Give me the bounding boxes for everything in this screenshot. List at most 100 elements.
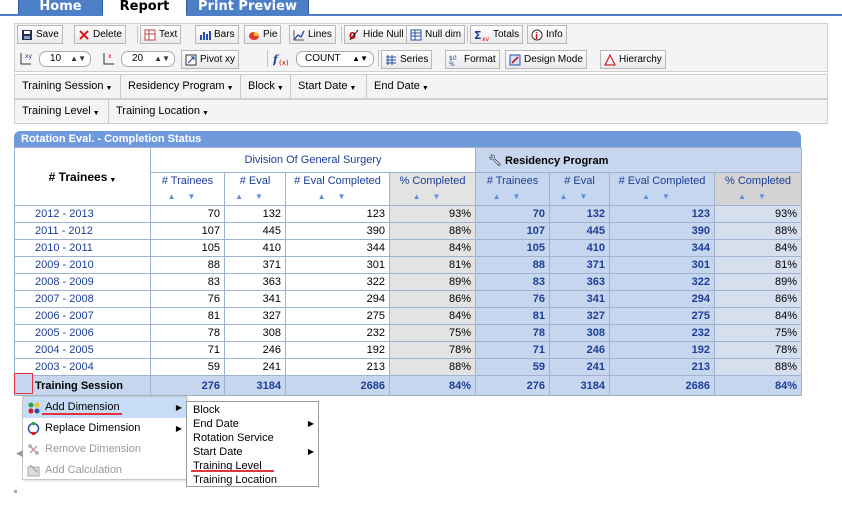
col-header-pct-completed[interactable]: % Completed ▲▼ — [714, 172, 803, 206]
table-cell: 301 — [285, 256, 390, 274]
submenu-arrow-icon: ▶ — [307, 419, 314, 428]
top-n-input[interactable]: 10 ▲▼ — [39, 51, 91, 67]
format-button[interactable]: $0% Format — [445, 50, 500, 69]
totals-label[interactable]: 🔧︎Training Session — [14, 375, 151, 396]
sort-arrows-icon[interactable]: ▲▼ — [719, 190, 797, 203]
pivot-button[interactable]: Pivot xy — [181, 50, 240, 69]
caret-down-icon: ▼ — [276, 85, 284, 92]
row-label[interactable]: 2003 - 2004 — [14, 358, 151, 376]
table-cell: 71 — [150, 341, 225, 359]
table-cell: 341 — [549, 290, 611, 308]
floppy-disk-icon — [21, 29, 33, 41]
function-select[interactable]: COUNT ▲▼ — [296, 51, 374, 67]
sort-arrows-icon[interactable]: ▲▼ — [480, 190, 545, 203]
totals-button[interactable]: Σxy Totals — [470, 25, 524, 44]
tab-report[interactable]: Report — [103, 0, 186, 15]
table-cell: 88% — [388, 358, 477, 376]
delete-button[interactable]: Delete — [74, 25, 126, 44]
sort-arrows-icon[interactable]: ▲▼ — [229, 190, 281, 203]
hierarchy-icon — [604, 53, 616, 66]
lines-chart-button[interactable]: Lines — [289, 25, 336, 44]
submenu-item-start-date[interactable]: Start Date ▶ — [187, 445, 318, 459]
row-label[interactable]: 2011 - 2012 — [14, 222, 151, 240]
row-label[interactable]: 2006 - 2007 — [14, 307, 151, 325]
info-button[interactable]: i Info — [527, 25, 567, 44]
dimension-start-date[interactable]: Start Date ▼ — [291, 75, 367, 98]
sigma-icon: Σxy — [474, 29, 490, 43]
row-label[interactable]: 2012 - 2013 — [14, 205, 151, 223]
dimension-residency-program[interactable]: Residency Program ▼ — [121, 75, 241, 98]
null-dim-button[interactable]: Null dim — [406, 25, 466, 44]
table-cell: 84% — [388, 239, 477, 257]
table-cell: 78 — [475, 324, 551, 342]
resize-handle[interactable] — [14, 490, 17, 493]
sort-arrows-icon[interactable]: ▲▼ — [554, 190, 605, 203]
col-header-eval[interactable]: # Eval ▲▼ — [549, 172, 611, 206]
submenu-item-rotation-service[interactable]: Rotation Service — [187, 431, 318, 445]
col-header-eval-completed[interactable]: # Eval Completed ▲▼ — [609, 172, 716, 206]
sort-arrows-icon[interactable]: ▲▼ — [155, 190, 220, 203]
submenu-item-end-date[interactable]: End Date ▶ — [187, 417, 318, 431]
menu-replace-dimension[interactable]: Replace Dimension ▶ — [23, 418, 186, 439]
table-cell: 192 — [609, 341, 716, 359]
row-label[interactable]: 2010 - 2011 — [14, 239, 151, 257]
dimension-bar-secondary: Training Level ▼ Training Location ▼ — [14, 99, 828, 124]
hierarchy-button[interactable]: Hierarchy — [600, 50, 666, 69]
add-dimension-submenu: Block End Date ▶ Rotation Service Start D… — [186, 401, 319, 487]
design-mode-button[interactable]: Design Mode — [505, 50, 587, 69]
table-cell: 71 — [475, 341, 551, 359]
total-cell: 276 — [475, 375, 551, 396]
table-cell: 132 — [549, 205, 611, 223]
top-n-icon: xy — [18, 52, 33, 65]
scroll-left-arrow-icon[interactable]: ◀ — [16, 449, 23, 458]
sort-arrows-icon[interactable]: ▲▼ — [290, 190, 385, 203]
add-dimension-icon — [27, 401, 40, 414]
hide-null-button[interactable]: 0 Hide Null — [344, 25, 408, 44]
table-cell: 88 — [475, 256, 551, 274]
row-label[interactable]: 2004 - 2005 — [14, 341, 151, 359]
row-label[interactable]: 2005 - 2006 — [14, 324, 151, 342]
svg-text:x: x — [108, 53, 112, 60]
col-header-trainees[interactable]: # Trainees ▲▼ — [150, 172, 225, 206]
row-label[interactable]: 2009 - 2010 — [14, 256, 151, 274]
table-cell: 363 — [224, 273, 286, 291]
dimension-training-level[interactable]: Training Level ▼ — [15, 100, 109, 123]
bars-chart-button[interactable]: Bars — [195, 25, 239, 44]
col-header-trainees[interactable]: # Trainees ▲▼ — [475, 172, 551, 206]
table-cell: 78 — [150, 324, 225, 342]
col-header-pct-completed[interactable]: % Completed ▲▼ — [388, 172, 477, 206]
dimension-end-date[interactable]: End Date ▼ — [367, 75, 437, 98]
dimension-training-session[interactable]: Training Session ▼ — [15, 75, 121, 98]
dimension-training-location[interactable]: Training Location ▼ — [109, 100, 221, 123]
row-dimension-header[interactable]: # Trainees ▼ — [14, 147, 151, 206]
table-cell: 301 — [609, 256, 716, 274]
col-header-eval[interactable]: # Eval ▲▼ — [224, 172, 286, 206]
row-label[interactable]: 2007 - 2008 — [14, 290, 151, 308]
sort-arrows-icon[interactable]: ▲▼ — [394, 190, 471, 203]
submenu-item-block[interactable]: Block — [187, 403, 318, 417]
table-cell: 70 — [150, 205, 225, 223]
row-label[interactable]: 2008 - 2009 — [14, 273, 151, 291]
bottom-n-input[interactable]: 20 ▲▼ — [121, 51, 175, 67]
table-row: 2012 - 2013 70 132 123 93% 70 132 123 93% — [14, 205, 803, 223]
table-cell: 75% — [388, 324, 477, 342]
col-header-eval-completed[interactable]: # Eval Completed ▲▼ — [285, 172, 390, 206]
save-button[interactable]: Save — [17, 25, 63, 44]
pie-chart-button[interactable]: Pie — [244, 25, 282, 44]
table-cell: 410 — [549, 239, 611, 257]
tab-home[interactable]: Home — [18, 0, 103, 15]
group-header-residency[interactable]: 🔧︎ Residency Program — [475, 147, 803, 173]
text-view-button[interactable]: Text — [140, 25, 182, 44]
menu-add-calculation[interactable]: Add Calculation — [23, 460, 186, 481]
report-title: Rotation Eval. - Completion Status — [14, 131, 801, 147]
dimension-block[interactable]: Block ▼ — [241, 75, 291, 98]
tab-print-preview[interactable]: Print Preview — [186, 0, 309, 15]
series-button[interactable]: Series — [381, 50, 433, 69]
menu-remove-dimension[interactable]: Remove Dimension — [23, 439, 186, 460]
sort-arrows-icon[interactable]: ▲▼ — [614, 190, 710, 203]
submenu-item-training-location[interactable]: Training Location — [187, 473, 318, 487]
bottom-n-icon: x — [101, 52, 114, 65]
svg-text:%: % — [449, 61, 455, 66]
table-row: 2006 - 2007 81 327 275 84% 81 327 275 84% — [14, 307, 803, 325]
caret-down-icon: ▼ — [109, 176, 117, 184]
